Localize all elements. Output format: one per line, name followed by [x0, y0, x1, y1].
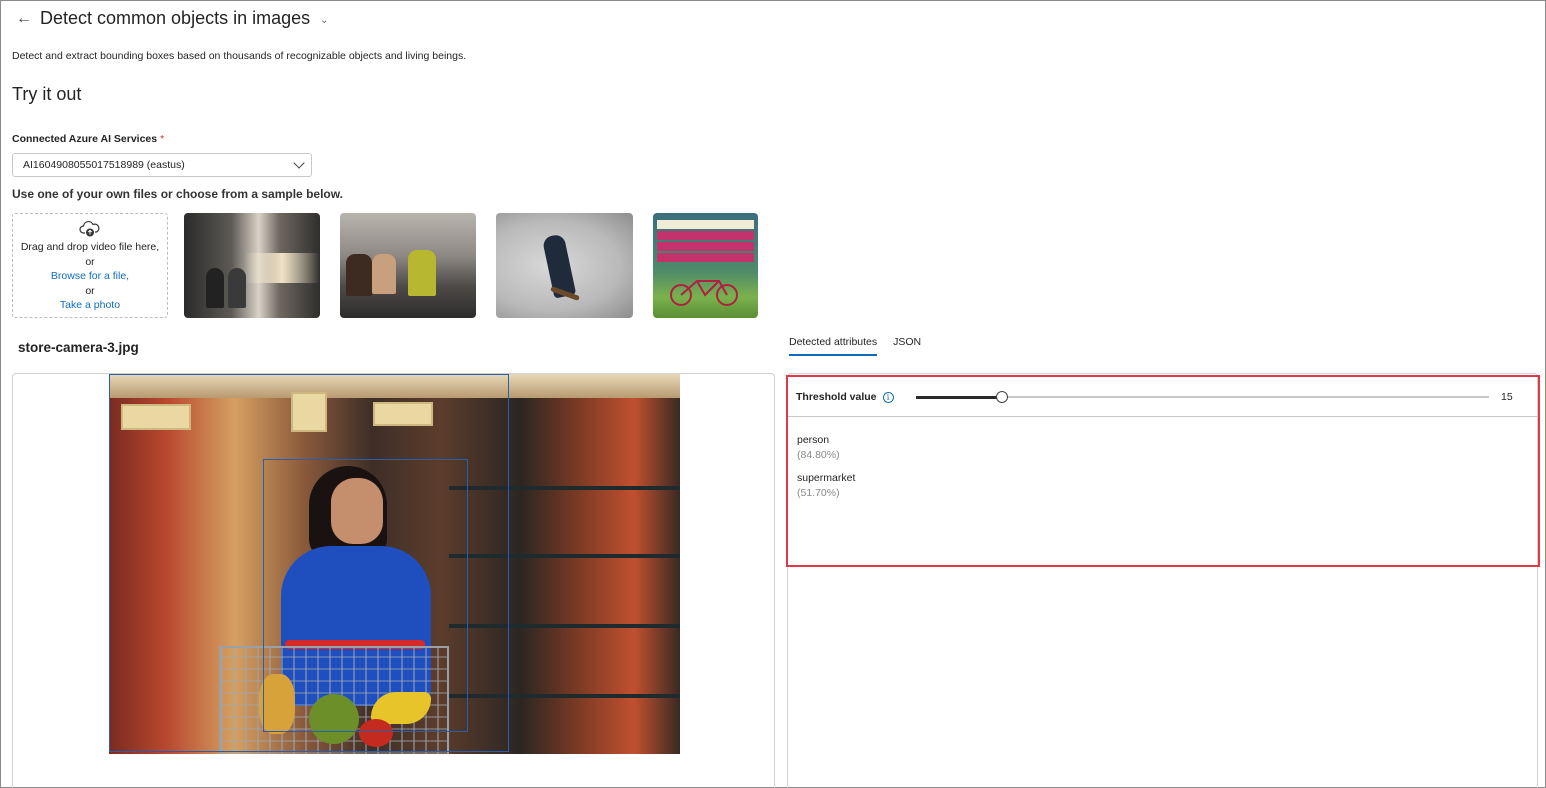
service-dropdown[interactable]: AI1604908055017518989 (eastus)	[12, 153, 312, 177]
tab-json[interactable]: JSON	[893, 336, 921, 356]
chevron-down-icon[interactable]: ⌄	[320, 15, 328, 26]
required-mark: *	[160, 133, 165, 145]
back-arrow-icon[interactable]: ←	[16, 10, 32, 28]
bounding-box-supermarket	[109, 374, 509, 752]
service-dropdown-value: AI1604908055017518989 (eastus)	[23, 159, 185, 171]
poster-text-line	[657, 253, 754, 262]
tab-detected-attributes[interactable]: Detected attributes	[789, 336, 878, 356]
poster-text-line	[657, 242, 754, 251]
files-label: Use one of your own files or choose from…	[12, 187, 343, 201]
page-title: Detect common objects in images	[40, 8, 311, 28]
page-description: Detect and extract bounding boxes based …	[12, 50, 467, 62]
person-silhouette	[408, 250, 436, 296]
sample-image-skateboarder[interactable]	[496, 213, 633, 318]
person-silhouette	[206, 268, 224, 308]
person-silhouette	[372, 254, 396, 294]
service-label-text: Connected Azure AI Services	[12, 133, 158, 145]
take-photo-link[interactable]: Take a photo	[13, 298, 167, 313]
poster-text-line	[657, 231, 754, 240]
cloud-upload-icon	[79, 221, 100, 237]
sample-image-meeting[interactable]	[340, 213, 476, 318]
chevron-down-icon	[293, 157, 305, 169]
image-preview-panel	[12, 373, 775, 788]
dropzone-text: Drag and drop video file here,	[20, 241, 160, 253]
dropzone-or: or	[85, 255, 95, 268]
highlight-box	[786, 375, 1540, 567]
person-silhouette	[346, 254, 372, 296]
image-file-name: store-camera-3.jpg	[18, 340, 139, 355]
file-dropzone[interactable]: Drag and drop video file here, or Browse…	[12, 213, 168, 318]
try-it-out-heading: Try it out	[12, 84, 82, 104]
subway-train-blur	[244, 253, 320, 283]
dropzone-or: or	[85, 284, 95, 297]
person-silhouette	[228, 268, 246, 308]
result-tabs: Detected attributes JSON	[789, 336, 921, 356]
service-label: Connected Azure AI Services *	[12, 133, 164, 145]
browse-file-link[interactable]: Browse for a file,	[13, 269, 167, 284]
sample-image-bicycle-poster[interactable]	[653, 213, 758, 318]
page-header: ← Detect common objects in images ⌄	[16, 8, 329, 29]
store-photo	[109, 374, 680, 754]
bicycle-icon	[670, 280, 738, 306]
sample-image-subway[interactable]	[184, 213, 320, 318]
poster-text-line	[657, 220, 754, 229]
